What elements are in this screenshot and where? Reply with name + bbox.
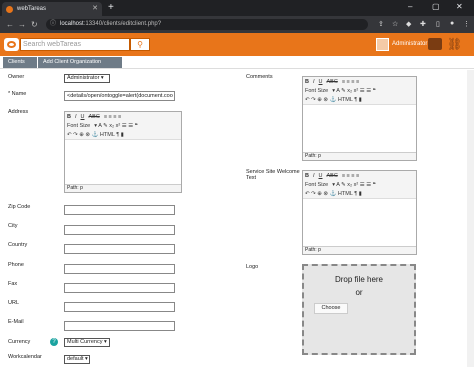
dropzone-or: or	[355, 288, 363, 297]
url-field[interactable]	[64, 302, 175, 312]
avatar[interactable]	[376, 38, 389, 51]
tab-title: webTareas	[17, 6, 47, 12]
back-icon[interactable]: ←	[6, 20, 14, 29]
search-icon[interactable]: ⚲	[130, 38, 150, 51]
reload-icon[interactable]: ↻	[31, 20, 38, 29]
url-bar[interactable]: ⓘ localhost:13340/clients/editclient.php…	[46, 19, 368, 30]
editor-path: Path: p	[65, 184, 181, 192]
breadcrumb-clients[interactable]: Clients	[3, 57, 37, 68]
owner-label: Owner	[8, 74, 25, 80]
editor-toolbar: Font Size ▾ A ✎ x₂ x² ☰ ☰ ❝	[65, 121, 181, 130]
editor-toolbar: ↶ ↷ ⊕ ⊗ ⚓ HTML ¶ ▮	[65, 130, 181, 139]
dropzone-text: Drop file here	[334, 275, 384, 284]
fax-label: Fax	[8, 281, 18, 287]
maximize-icon[interactable]: ▢	[432, 2, 440, 11]
editor-toolbar: B I U ABC ≡ ≡ ≡ ≡	[303, 171, 416, 180]
address-label: Address	[8, 109, 29, 115]
currency-label: Currency	[8, 339, 31, 345]
browser-tab[interactable]: webTareas ✕	[2, 2, 102, 16]
city-field[interactable]	[64, 225, 175, 235]
chat-icon[interactable]	[428, 38, 442, 50]
extension-icon[interactable]: ◆	[406, 20, 411, 28]
editor-toolbar: Font Size ▾ A ✎ x₂ x² ☰ ☰ ❝	[303, 86, 416, 95]
workcalendar-select[interactable]: default ▾	[64, 355, 90, 364]
owner-select[interactable]: Administrator ▾	[64, 74, 110, 83]
font-size-select[interactable]: Font Size	[305, 88, 328, 94]
comments-editor[interactable]: B I U ABC ≡ ≡ ≡ ≡ Font Size ▾ A ✎ x₂ x² ☰ ☰ ❝…	[302, 76, 417, 161]
zip-label: Zip Code	[8, 204, 31, 210]
close-tab-icon[interactable]: ✕	[92, 4, 98, 12]
search-input[interactable]: Search webTareas	[20, 38, 130, 51]
email-field[interactable]	[64, 321, 175, 331]
share-icon[interactable]: ⇪	[378, 20, 384, 28]
email-label: E-Mail	[8, 319, 24, 325]
address-editor-area[interactable]	[65, 139, 181, 186]
link-icon[interactable]: ⛓	[447, 38, 462, 51]
url-host: localhost	[60, 21, 84, 27]
currency-select[interactable]: Multi Currency ▾	[64, 338, 110, 347]
comments-label: Comments	[246, 74, 273, 80]
font-size-select[interactable]: Font Size	[67, 123, 90, 129]
phone-label: Phone	[8, 262, 24, 268]
breadcrumb-add-client: Add Client Organization	[38, 57, 122, 68]
minimize-icon[interactable]: –	[408, 2, 412, 11]
menu-icon[interactable]: ⋮	[463, 20, 470, 28]
url-path: :13340/clients/editclient.php?	[83, 21, 162, 27]
puzzle-icon[interactable]: ✚	[420, 20, 426, 28]
editor-toolbar: ↶ ↷ ⊕ ⊗ ⚓ HTML ¶ ▮	[303, 95, 416, 104]
bookmark-icon[interactable]: ☆	[392, 20, 398, 28]
country-field[interactable]	[64, 244, 175, 254]
name-label: * Name	[8, 91, 27, 97]
font-size-select[interactable]: Font Size	[305, 182, 328, 188]
fax-field[interactable]	[64, 283, 175, 293]
favicon-icon	[6, 5, 13, 13]
new-tab-icon[interactable]: +	[108, 2, 114, 13]
owner-value: Administrator	[67, 75, 100, 81]
user-name[interactable]: Administrator	[392, 41, 427, 47]
close-window-icon[interactable]: ✕	[456, 2, 463, 11]
name-field[interactable]: <details/open/ontoggle=alert(document.co…	[64, 91, 175, 101]
choose-button[interactable]: Choose	[314, 303, 348, 314]
currency-value: Multi Currency	[67, 339, 103, 345]
profile-icon[interactable]: ●	[450, 20, 454, 27]
comments-editor-area[interactable]	[303, 104, 416, 154]
welcome-editor-area[interactable]	[303, 198, 416, 248]
country-label: Country	[8, 242, 28, 248]
logo-dropzone[interactable]: Drop file here or Choose	[302, 264, 416, 355]
welcome-text-label: Service Site Welcome Text	[246, 169, 300, 181]
webtareas-logo[interactable]	[4, 38, 19, 51]
editor-toolbar: Font Size ▾ A ✎ x₂ x² ☰ ☰ ❝	[303, 180, 416, 189]
editor-toolbar: B I U ABC ≡ ≡ ≡ ≡	[65, 112, 181, 121]
workcalendar-value: default	[67, 356, 84, 362]
logo-label: Logo	[246, 264, 259, 270]
help-icon[interactable]: ?	[50, 338, 58, 346]
page-scrollbar[interactable]	[467, 70, 474, 367]
editor-toolbar: ↶ ↷ ⊕ ⊗ ⚓ HTML ¶ ▮	[303, 189, 416, 198]
zip-field[interactable]	[64, 205, 175, 215]
city-label: City	[8, 223, 18, 229]
forward-icon[interactable]: →	[18, 20, 26, 29]
editor-path: Path: p	[303, 152, 416, 160]
info-icon: ⓘ	[50, 21, 57, 27]
welcome-text-editor[interactable]: B I U ABC ≡ ≡ ≡ ≡ Font Size ▾ A ✎ x₂ x² ☰ ☰ ❝…	[302, 170, 417, 255]
phone-field[interactable]	[64, 264, 175, 274]
sidebar-icon[interactable]: ▯	[436, 20, 440, 28]
workcalendar-label: Workcalendar	[8, 354, 42, 360]
editor-toolbar: B I U ABC ≡ ≡ ≡ ≡	[303, 77, 416, 86]
editor-path: Path: p	[303, 246, 416, 254]
url-label: URL	[8, 300, 20, 306]
address-editor[interactable]: B I U ABC ≡ ≡ ≡ ≡ Font Size ▾ A ✎ x₂ x² ☰ ☰ ❝…	[64, 111, 182, 193]
